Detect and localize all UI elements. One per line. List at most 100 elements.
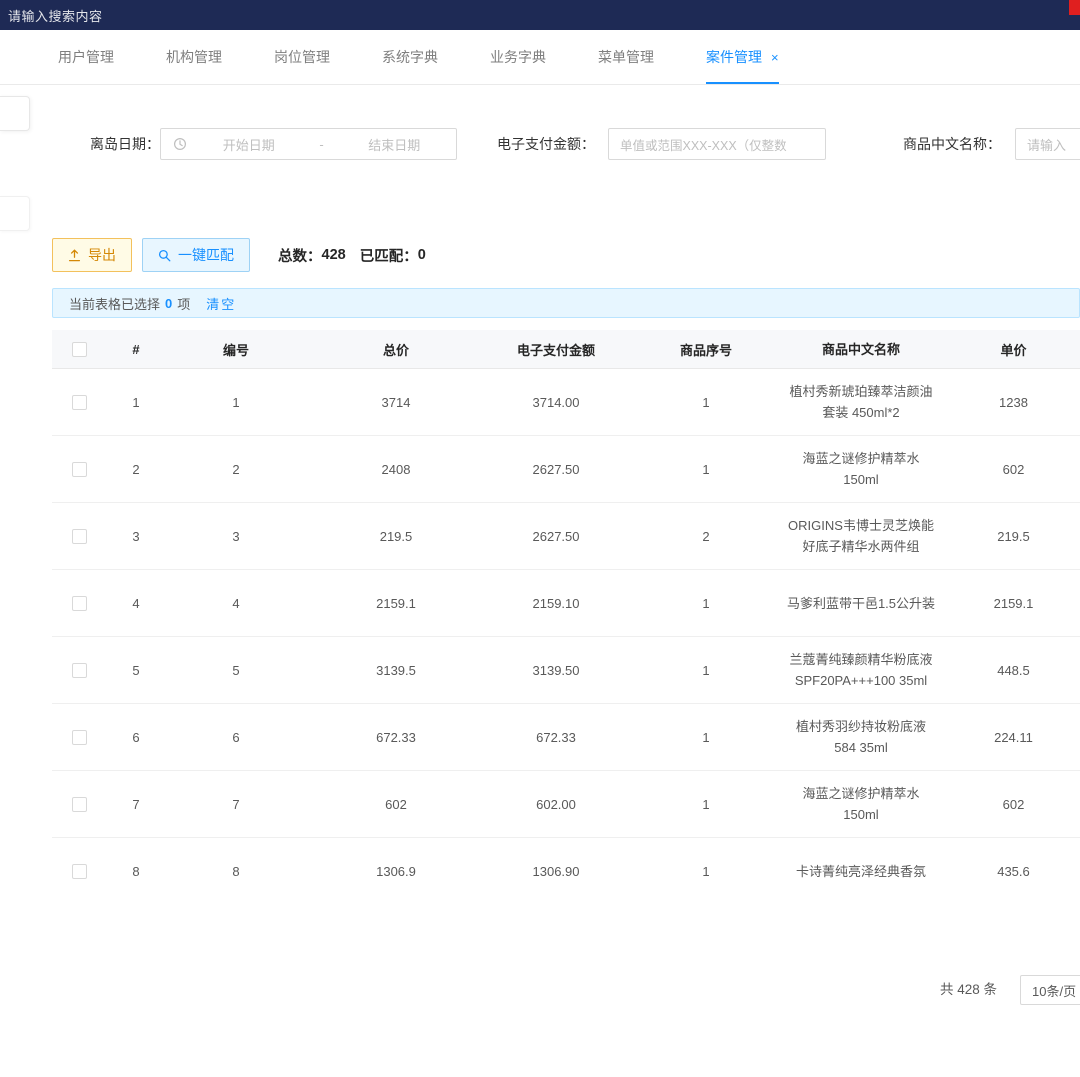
cell-index: 4 — [106, 596, 166, 611]
cell-epay-amount: 672.33 — [486, 730, 626, 745]
product-placeholder: 请输入 — [1027, 135, 1066, 154]
cell-product-seq: 1 — [626, 663, 786, 678]
row-checkbox[interactable] — [72, 596, 87, 611]
cell-epay-amount: 2159.10 — [486, 596, 626, 611]
cell-index: 2 — [106, 462, 166, 477]
cell-epay-amount: 1306.90 — [486, 864, 626, 879]
cell-product-seq: 1 — [626, 462, 786, 477]
cell-epay-amount: 3139.50 — [486, 663, 626, 678]
amount-input[interactable]: 单值或范围XXX-XXX（仅整数 — [608, 128, 826, 160]
column-header-seq: 商品序号 — [626, 340, 786, 359]
cell-epay-amount: 2627.50 — [486, 462, 626, 477]
cell-code: 2 — [166, 462, 306, 477]
global-search-input[interactable]: 请输入搜索内容 — [0, 6, 103, 25]
tab[interactable]: 用户管理 — [58, 30, 114, 84]
cell-code: 1 — [166, 395, 306, 410]
tab[interactable]: 系统字典 — [382, 30, 438, 84]
table-row: 6 6 672.33 672.33 1 植村秀羽纱持妆粉底液 584 35ml … — [52, 704, 1080, 771]
tab-label: 系统字典 — [382, 47, 438, 67]
tab-label: 岗位管理 — [274, 47, 330, 67]
export-button-label: 导出 — [88, 245, 116, 265]
amount-placeholder: 单值或范围XXX-XXX（仅整数 — [620, 135, 787, 154]
cell-index: 1 — [106, 395, 166, 410]
stats: 总数： 428 已匹配： 0 — [278, 245, 426, 266]
row-checkbox[interactable] — [72, 663, 87, 678]
product-name-input[interactable]: 请输入 — [1015, 128, 1080, 160]
table-row: 5 5 3139.5 3139.50 1 兰蔻菁纯臻颜精华粉底液SPF20PA+… — [52, 637, 1080, 704]
pagination-total: 共 428 条 — [940, 975, 997, 1005]
selection-alert-bar: 当前表格已选择 0 项 清空 — [52, 288, 1080, 318]
row-checkbox[interactable] — [72, 529, 87, 544]
collapsed-panel-handle[interactable] — [0, 196, 30, 231]
row-checkbox[interactable] — [72, 462, 87, 477]
matched-value: 0 — [418, 247, 426, 263]
cell-product-name: 海蓝之谜修护精萃水 150ml — [786, 772, 936, 836]
table-header-row: # 编号 总价 电子支付金额 商品序号 商品中文名称 单价 — [52, 330, 1080, 369]
tab[interactable]: 案件管理 × — [706, 30, 779, 84]
column-header-unit: 单价 — [936, 340, 1080, 359]
cell-code: 7 — [166, 797, 306, 812]
cell-unit-price: 224.11 — [936, 730, 1080, 745]
cell-total-price: 1306.9 — [306, 864, 486, 879]
cell-index: 5 — [106, 663, 166, 678]
cell-epay-amount: 602.00 — [486, 797, 626, 812]
tab[interactable]: 机构管理 — [166, 30, 222, 84]
date-start-placeholder: 开始日期 — [187, 135, 311, 154]
row-checkbox[interactable] — [72, 395, 87, 410]
cell-code: 5 — [166, 663, 306, 678]
cell-total-price: 2159.1 — [306, 596, 486, 611]
table-row: 1 1 3714 3714.00 1 植村秀新琥珀臻萃洁颜油套装 450ml*2… — [52, 369, 1080, 436]
cell-index: 7 — [106, 797, 166, 812]
row-checkbox[interactable] — [72, 864, 87, 879]
cell-unit-price: 602 — [936, 462, 1080, 477]
tab[interactable]: 岗位管理 — [274, 30, 330, 84]
total-label: 总数： — [278, 245, 322, 266]
cell-product-name: 植村秀羽纱持妆粉底液 584 35ml — [786, 705, 936, 769]
filter-bar: 离岛日期： 开始日期 - 结束日期 电子支付金额： 单值或范围XXX-XXX（仅… — [0, 128, 1080, 160]
selection-count: 0 — [165, 296, 172, 311]
cell-product-seq: 1 — [626, 864, 786, 879]
select-all-checkbox[interactable] — [72, 342, 87, 357]
cell-product-seq: 1 — [626, 797, 786, 812]
match-button-label: 一键匹配 — [178, 245, 234, 265]
topbar: 请输入搜索内容 — [0, 0, 1080, 30]
table-row: 4 4 2159.1 2159.10 1 马爹利蓝带干邑1.5公升装 2159.… — [52, 570, 1080, 637]
tab-label: 业务字典 — [490, 47, 546, 67]
cell-epay-amount: 3714.00 — [486, 395, 626, 410]
cell-code: 3 — [166, 529, 306, 544]
cell-product-name: 卡诗菁纯亮泽经典香氛 — [786, 850, 936, 893]
collapsed-panel-handle[interactable] — [0, 96, 30, 131]
cell-index: 8 — [106, 864, 166, 879]
row-checkbox[interactable] — [72, 730, 87, 745]
cell-unit-price: 2159.1 — [936, 596, 1080, 611]
page-size-select[interactable]: 10条/页 — [1020, 975, 1080, 1005]
tab-label: 机构管理 — [166, 47, 222, 67]
cell-product-seq: 1 — [626, 730, 786, 745]
export-icon — [68, 249, 81, 262]
tab[interactable]: 菜单管理 — [598, 30, 654, 84]
cell-product-name: ORIGINS韦博士灵芝焕能好底子精华水两件组 — [786, 504, 936, 568]
date-range-input[interactable]: 开始日期 - 结束日期 — [160, 128, 457, 160]
toolbar: 导出 一键匹配 总数： 428 已匹配： 0 — [52, 238, 426, 272]
clear-selection-link[interactable]: 清空 — [206, 294, 236, 313]
notification-badge — [1069, 0, 1080, 15]
date-filter-label: 离岛日期： — [90, 128, 160, 160]
column-header-name: 商品中文名称 — [786, 330, 936, 371]
cell-total-price: 219.5 — [306, 529, 486, 544]
cell-product-name: 植村秀新琥珀臻萃洁颜油套装 450ml*2 — [786, 370, 936, 434]
tab[interactable]: 业务字典 — [490, 30, 546, 84]
one-click-match-button[interactable]: 一键匹配 — [142, 238, 250, 272]
cell-total-price: 3714 — [306, 395, 486, 410]
date-end-placeholder: 结束日期 — [333, 135, 457, 154]
tab-close-icon[interactable]: × — [771, 51, 779, 64]
row-checkbox[interactable] — [72, 797, 87, 812]
cell-total-price: 602 — [306, 797, 486, 812]
cell-index: 6 — [106, 730, 166, 745]
table-row: 7 7 602 602.00 1 海蓝之谜修护精萃水 150ml 602 — [52, 771, 1080, 838]
selection-suffix: 项 — [177, 294, 190, 313]
cell-product-seq: 1 — [626, 596, 786, 611]
cell-unit-price: 1238 — [936, 395, 1080, 410]
export-button[interactable]: 导出 — [52, 238, 132, 272]
cell-unit-price: 219.5 — [936, 529, 1080, 544]
column-header-epay: 电子支付金额 — [486, 340, 626, 359]
